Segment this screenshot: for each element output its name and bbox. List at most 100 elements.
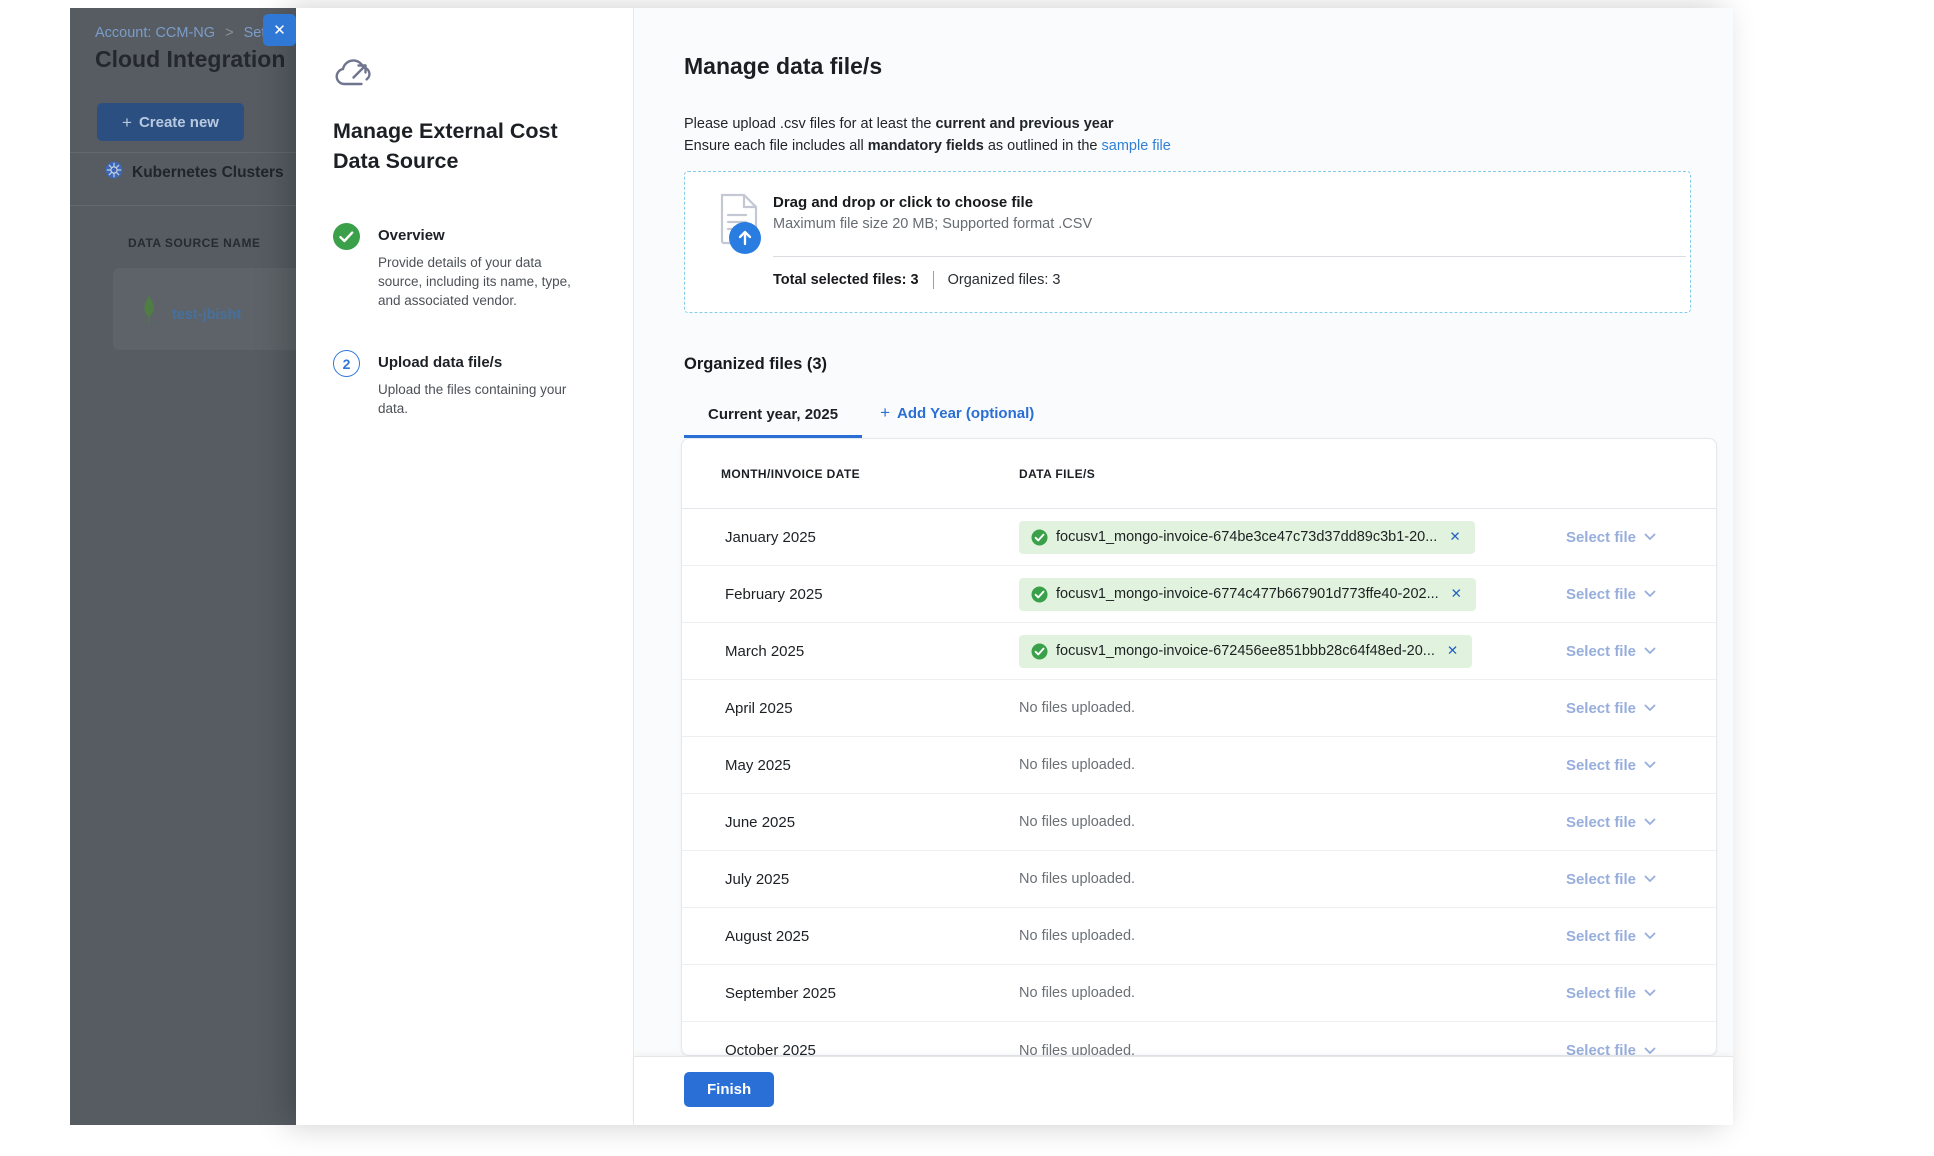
select-file-button[interactable]: Select file	[1566, 1042, 1656, 1056]
month-rows: January 2025 focusv1_mongo-invoice-674be…	[682, 509, 1716, 1056]
background-page-scrim: Account: CCM-NG > Set Cloud Integration …	[70, 8, 296, 1125]
file-chip[interactable]: focusv1_mongo-invoice-672456ee851bbb28c6…	[1019, 635, 1472, 668]
table-row: October 2025 No files uploaded. Select f…	[682, 1022, 1716, 1056]
select-file-button-label: Select file	[1566, 586, 1636, 603]
close-button[interactable]: ✕	[263, 14, 296, 46]
divider	[70, 152, 296, 153]
select-file-button[interactable]: Select file	[1566, 586, 1656, 603]
dropzone-divider	[773, 256, 1686, 257]
select-file-button[interactable]: Select file	[1566, 529, 1656, 546]
file-dropzone[interactable]: Drag and drop or click to choose file Ma…	[684, 171, 1691, 313]
dropzone-totals: Total selected files: 3 Organized files:…	[773, 271, 1060, 289]
create-new-button[interactable]: + Create new	[97, 103, 244, 141]
wizard-steps-panel: Manage External Cost Data Source Overvie…	[296, 8, 633, 1125]
remove-file-icon[interactable]: ✕	[1449, 585, 1464, 603]
tab-kubernetes-clusters-label: Kubernetes Clusters	[132, 164, 284, 182]
select-file-button-label: Select file	[1566, 871, 1636, 888]
select-file-button-label: Select file	[1566, 643, 1636, 660]
step-overview-description: Provide details of your data source, inc…	[378, 253, 583, 310]
month-label: August 2025	[725, 928, 1019, 945]
chevron-down-icon	[1644, 647, 1656, 655]
file-cell: No files uploaded.	[1019, 814, 1539, 830]
file-cell: focusv1_mongo-invoice-672456ee851bbb28c6…	[1019, 635, 1539, 668]
file-cell: No files uploaded.	[1019, 1043, 1539, 1057]
screen: Account: CCM-NG > Set Cloud Integration …	[0, 0, 1934, 1156]
content-title: Manage data file/s	[684, 53, 882, 80]
organized-files-heading: Organized files (3)	[684, 355, 827, 374]
select-file-button[interactable]: Select file	[1566, 814, 1656, 831]
file-cell: No files uploaded.	[1019, 757, 1539, 773]
month-label: February 2025	[725, 586, 1019, 603]
select-file-button-label: Select file	[1566, 529, 1636, 546]
step-complete-check-icon	[333, 223, 360, 250]
table-row: April 2025 No files uploaded. Select fil…	[682, 680, 1716, 737]
tab-current-year[interactable]: Current year, 2025	[684, 396, 862, 438]
monthly-files-table: MONTH/INVOICE DATE DATA FILE/S January 2…	[681, 438, 1717, 1056]
select-file-button[interactable]: Select file	[1566, 757, 1656, 774]
month-label: July 2025	[725, 871, 1019, 888]
instruction-line-2: Ensure each file includes all mandatory …	[684, 135, 1171, 157]
breadcrumb-account-link[interactable]: Account: CCM-NG	[95, 25, 215, 41]
month-label: June 2025	[725, 814, 1019, 831]
column-header-data-files: DATA FILE/S	[1019, 467, 1095, 481]
instruction-line-1: Please upload .csv files for at least th…	[684, 113, 1171, 135]
remove-file-icon[interactable]: ✕	[1445, 642, 1460, 660]
total-selected-files: Total selected files: 3	[773, 272, 919, 288]
table-row: May 2025 No files uploaded. Select file	[682, 737, 1716, 794]
table-row: September 2025 No files uploaded. Select…	[682, 965, 1716, 1022]
upload-step-content: Manage data file/s Please upload .csv fi…	[633, 8, 1733, 1125]
organized-files-count: Organized files: 3	[948, 272, 1061, 288]
empty-text: No files uploaded.	[1019, 928, 1135, 944]
remove-file-icon[interactable]: ✕	[1447, 528, 1462, 546]
month-label: October 2025	[725, 1042, 1019, 1056]
dropzone-subtitle: Maximum file size 20 MB; Supported forma…	[773, 216, 1092, 232]
manage-external-cost-modal: ✕ Manage External Cost Data Source Overv…	[296, 8, 1733, 1125]
table-header-row: MONTH/INVOICE DATE DATA FILE/S	[682, 439, 1716, 509]
month-label: March 2025	[725, 643, 1019, 660]
cloud-export-icon	[333, 55, 373, 96]
modal-footer: Finish	[634, 1056, 1733, 1125]
chevron-down-icon	[1644, 533, 1656, 541]
table-row: January 2025 focusv1_mongo-invoice-674be…	[682, 509, 1716, 566]
month-label: September 2025	[725, 985, 1019, 1002]
chevron-down-icon	[1644, 989, 1656, 997]
close-icon: ✕	[273, 23, 286, 38]
file-chip[interactable]: focusv1_mongo-invoice-6774c477b667901d77…	[1019, 578, 1476, 611]
month-label: April 2025	[725, 700, 1019, 717]
add-year-button[interactable]: + Add Year (optional)	[862, 393, 1052, 438]
file-cell: No files uploaded.	[1019, 985, 1539, 1001]
file-chip-name: focusv1_mongo-invoice-674be3ce47c73d37dd…	[1056, 529, 1437, 545]
check-circle-icon	[1031, 529, 1048, 546]
chevron-down-icon	[1644, 590, 1656, 598]
select-file-button[interactable]: Select file	[1566, 871, 1656, 888]
step-number-badge: 2	[333, 350, 360, 377]
select-file-button[interactable]: Select file	[1566, 643, 1656, 660]
step-upload-data-files[interactable]: 2 Upload data file/s Upload the files co…	[333, 350, 595, 418]
chevron-down-icon	[1644, 818, 1656, 826]
chevron-down-icon	[1644, 932, 1656, 940]
select-file-button-label: Select file	[1566, 700, 1636, 717]
file-chip-name: focusv1_mongo-invoice-672456ee851bbb28c6…	[1056, 643, 1435, 659]
empty-text: No files uploaded.	[1019, 1043, 1135, 1057]
month-label: May 2025	[725, 757, 1019, 774]
data-source-name-link[interactable]: test-jbisht	[172, 307, 241, 323]
file-chip[interactable]: focusv1_mongo-invoice-674be3ce47c73d37dd…	[1019, 521, 1475, 554]
select-file-button-label: Select file	[1566, 985, 1636, 1002]
table-row: June 2025 No files uploaded. Select file	[682, 794, 1716, 851]
step-overview[interactable]: Overview Provide details of your data so…	[333, 223, 595, 310]
sample-file-link[interactable]: sample file	[1102, 138, 1171, 154]
finish-button[interactable]: Finish	[684, 1072, 774, 1107]
empty-text: No files uploaded.	[1019, 814, 1135, 830]
step-upload-title: Upload data file/s	[378, 350, 595, 371]
tab-kubernetes-clusters[interactable]: Kubernetes Clusters	[105, 161, 284, 184]
file-cell: No files uploaded.	[1019, 871, 1539, 887]
select-file-button[interactable]: Select file	[1566, 928, 1656, 945]
plus-icon: +	[122, 114, 132, 131]
table-row: July 2025 No files uploaded. Select file	[682, 851, 1716, 908]
chevron-down-icon	[1644, 875, 1656, 883]
file-cell: No files uploaded.	[1019, 700, 1539, 716]
breadcrumb: Account: CCM-NG > Set	[95, 25, 265, 41]
select-file-button[interactable]: Select file	[1566, 985, 1656, 1002]
select-file-button[interactable]: Select file	[1566, 700, 1656, 717]
upload-instructions: Please upload .csv files for at least th…	[684, 113, 1171, 157]
